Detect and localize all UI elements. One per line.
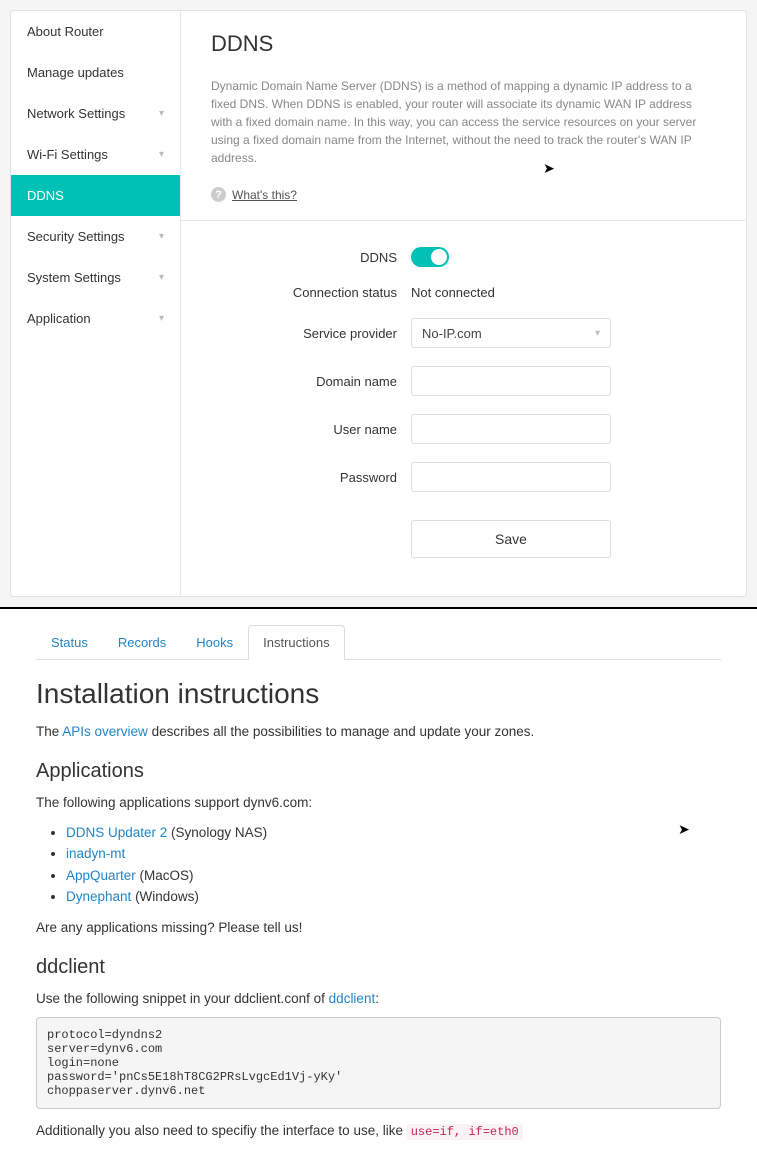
ddclient-intro: Use the following snippet in your ddclie…	[36, 989, 721, 1009]
sidebar-item-about-router[interactable]: About Router	[11, 11, 180, 52]
save-button[interactable]: Save	[411, 520, 611, 558]
router-card: About Router Manage updates Network Sett…	[10, 10, 747, 597]
service-provider-select[interactable]: No-IP.com ▾	[411, 318, 611, 348]
docs-panel: Status Records Hooks Instructions Instal…	[0, 609, 757, 1170]
sidebar-item-application[interactable]: Application ▾	[11, 298, 180, 339]
docs-heading: Installation instructions	[36, 678, 721, 710]
missing-apps: Are any applications missing? Please tel…	[36, 918, 721, 938]
api-overview-link[interactable]: APIs overview	[62, 724, 148, 739]
divider	[181, 220, 746, 221]
sidebar-item-system-settings[interactable]: System Settings ▾	[11, 257, 180, 298]
applications-intro: The following applications support dynv6…	[36, 793, 721, 813]
app-link[interactable]: DDNS Updater 2	[66, 825, 167, 840]
sidebar: About Router Manage updates Network Sett…	[11, 11, 181, 596]
ddclient-heading: ddclient	[36, 956, 721, 979]
ddclient-codeblock[interactable]: protocol=dyndns2 server=dynv6.com login=…	[36, 1017, 721, 1109]
connection-status-value: Not connected	[411, 285, 495, 300]
docs-intro: The APIs overview describes all the poss…	[36, 722, 721, 742]
sidebar-item-wifi-settings[interactable]: Wi-Fi Settings ▾	[11, 134, 180, 175]
ddclient-link[interactable]: ddclient	[329, 991, 376, 1006]
list-item: AppQuarter (MacOS)	[66, 865, 721, 887]
sidebar-label: Wi-Fi Settings	[27, 147, 108, 162]
connection-status-label: Connection status	[211, 285, 411, 300]
sidebar-label: System Settings	[27, 270, 121, 285]
sidebar-label: About Router	[27, 24, 104, 39]
tab-records[interactable]: Records	[103, 625, 181, 659]
ddns-toggle-label: DDNS	[211, 250, 411, 265]
applications-list: DDNS Updater 2 (Synology NAS) inadyn-mt …	[66, 822, 721, 908]
domain-name-label: Domain name	[211, 374, 411, 389]
chevron-down-icon: ▾	[159, 108, 164, 119]
tab-instructions[interactable]: Instructions	[248, 625, 344, 660]
applications-heading: Applications	[36, 760, 721, 783]
service-provider-label: Service provider	[211, 326, 411, 341]
ddns-toggle[interactable]	[411, 247, 449, 267]
service-provider-value: No-IP.com	[422, 326, 482, 341]
tab-status[interactable]: Status	[36, 625, 103, 659]
tabs: Status Records Hooks Instructions	[36, 625, 721, 660]
page-description: Dynamic Domain Name Server (DDNS) is a m…	[211, 77, 701, 167]
chevron-down-icon: ▾	[159, 231, 164, 242]
sidebar-label: DDNS	[27, 188, 64, 203]
additional-note: Additionally you also need to specifiy t…	[36, 1121, 721, 1141]
chevron-down-icon: ▾	[595, 328, 600, 339]
list-item: Dynephant (Windows)	[66, 886, 721, 908]
sidebar-label: Network Settings	[27, 106, 125, 121]
password-input[interactable]	[411, 462, 611, 492]
sidebar-label: Manage updates	[27, 65, 124, 80]
whats-this-link[interactable]: What's this?	[232, 188, 297, 202]
domain-name-input[interactable]	[411, 366, 611, 396]
list-item: DDNS Updater 2 (Synology NAS)	[66, 822, 721, 844]
sidebar-label: Application	[27, 311, 91, 326]
sidebar-label: Security Settings	[27, 229, 125, 244]
sidebar-item-ddns[interactable]: DDNS	[11, 175, 180, 216]
sidebar-item-security-settings[interactable]: Security Settings ▾	[11, 216, 180, 257]
app-link[interactable]: inadyn-mt	[66, 846, 125, 861]
chevron-down-icon: ▾	[159, 149, 164, 160]
whats-this[interactable]: ? What's this?	[211, 187, 716, 202]
app-link[interactable]: Dynephant	[66, 889, 131, 904]
user-name-label: User name	[211, 422, 411, 437]
chevron-down-icon: ▾	[159, 313, 164, 324]
main-panel: DDNS Dynamic Domain Name Server (DDNS) i…	[181, 11, 746, 596]
user-name-input[interactable]	[411, 414, 611, 444]
page-title: DDNS	[211, 31, 716, 57]
app-link[interactable]: AppQuarter	[66, 868, 136, 883]
chevron-down-icon: ▾	[159, 272, 164, 283]
help-icon: ?	[211, 187, 226, 202]
list-item: inadyn-mt	[66, 843, 721, 865]
password-label: Password	[211, 470, 411, 485]
sidebar-item-network-settings[interactable]: Network Settings ▾	[11, 93, 180, 134]
tab-hooks[interactable]: Hooks	[181, 625, 248, 659]
sidebar-item-manage-updates[interactable]: Manage updates	[11, 52, 180, 93]
inline-code: use=if, if=eth0	[407, 1124, 523, 1140]
